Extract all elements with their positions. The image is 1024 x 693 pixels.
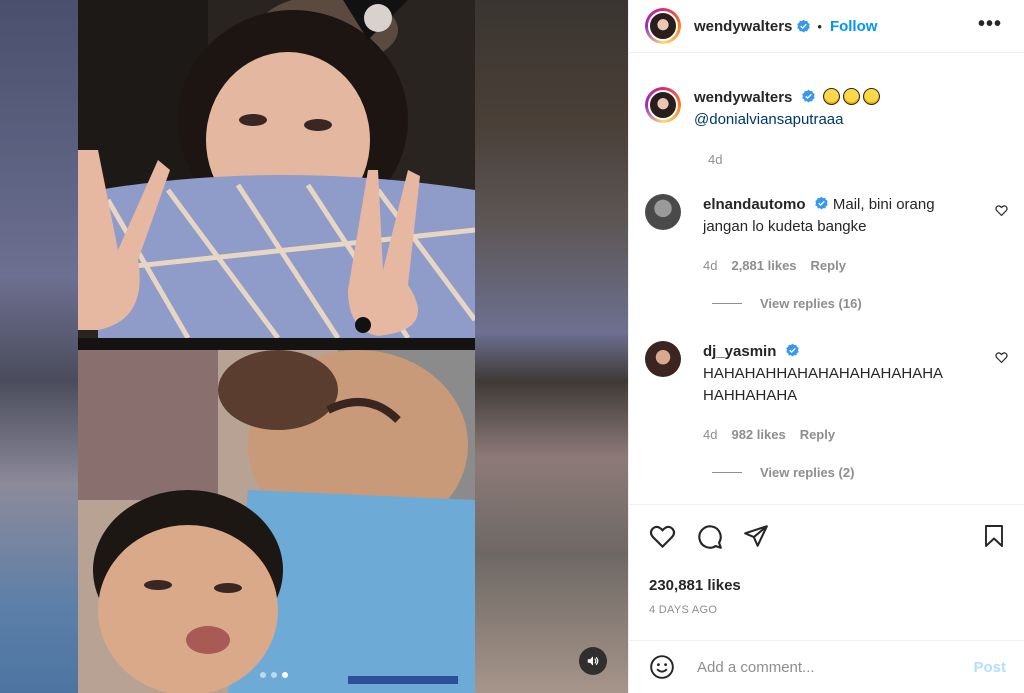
view-replies-button[interactable]: View replies (16) <box>712 296 1024 311</box>
commenter-username[interactable]: dj_yasmin <box>703 343 776 360</box>
carousel-indicator <box>260 672 288 678</box>
post-comment-button[interactable]: Post <box>973 659 1006 676</box>
comment-item: dj_yasmin HAHAHAHHAHAHAHAHAHAHAHA HAHHAH… <box>629 341 1024 442</box>
media-blur-right <box>475 0 628 693</box>
post-actions-section: 230,881 likes 4 DAYS AGO <box>629 504 1024 616</box>
view-replies-label: View replies (2) <box>760 465 855 480</box>
comment-meta: 4d 982 likes Reply <box>703 427 973 442</box>
emoji-smiley-icon[interactable] <box>649 654 675 680</box>
replies-line <box>712 303 742 304</box>
rofl-emoji-icon <box>842 88 860 105</box>
like-comment-heart-icon[interactable] <box>995 351 1008 364</box>
rofl-emoji-icon <box>862 88 880 105</box>
caption-time: 4d <box>708 152 723 167</box>
comment-input[interactable] <box>695 657 974 677</box>
comment-item: elnandautomo Mail, bini orang jangan lo … <box>629 194 1024 273</box>
reply-button[interactable]: Reply <box>811 258 846 273</box>
action-bar <box>629 505 1024 551</box>
men-photo-illustration <box>78 350 475 693</box>
post-date: 4 DAYS AGO <box>649 604 718 616</box>
like-heart-icon[interactable] <box>649 523 676 550</box>
share-send-icon[interactable] <box>743 523 769 549</box>
header-separator: • <box>817 18 822 34</box>
sound-toggle-button[interactable] <box>579 647 607 675</box>
caption-mention-link[interactable]: @donialviansaputraaa <box>694 111 844 128</box>
comment-text: HAHAHAHHAHAHAHAHAHAHAHA HAHHAHAHA <box>703 365 943 404</box>
post-header: wendywalters • Follow ••• <box>629 0 1024 53</box>
replies-line <box>712 472 742 473</box>
carousel-dot <box>260 672 266 678</box>
comment-meta: 4d 2,881 likes Reply <box>703 258 973 273</box>
verified-badge-icon <box>801 89 815 103</box>
post-media[interactable] <box>0 0 628 693</box>
video-frame-bottom <box>78 350 475 693</box>
caption-avatar[interactable] <box>645 87 681 123</box>
save-bookmark-icon[interactable] <box>982 523 1006 549</box>
video-frame-top <box>78 0 475 338</box>
comment-time: 4d <box>703 427 718 442</box>
commenter-avatar[interactable] <box>645 341 681 377</box>
commenter-username[interactable]: elnandautomo <box>703 196 806 213</box>
speaker-icon <box>587 656 599 666</box>
comment-time: 4d <box>703 258 718 273</box>
view-replies-label: View replies (16) <box>760 296 862 311</box>
rofl-emoji-icon <box>822 88 840 105</box>
likes-count[interactable]: 230,881 likes <box>629 577 1024 594</box>
follow-button[interactable]: Follow <box>830 18 878 35</box>
carousel-dot-active <box>282 672 288 678</box>
more-options-button[interactable]: ••• <box>978 14 1002 34</box>
comment-likes-link[interactable]: 982 likes <box>731 427 785 442</box>
video-divider <box>78 338 475 350</box>
post-detail-panel: wendywalters • Follow ••• wendywalters @… <box>628 0 1024 693</box>
post-caption: wendywalters @donialviansaputraaa <box>629 53 1024 131</box>
commenter-avatar[interactable] <box>645 194 681 230</box>
caption-username[interactable]: wendywalters <box>694 89 792 106</box>
verified-badge-icon <box>814 196 828 210</box>
carousel-dot <box>271 672 277 678</box>
like-comment-heart-icon[interactable] <box>995 204 1008 217</box>
view-replies-button[interactable]: View replies (2) <box>712 465 1024 480</box>
woman-photo-illustration <box>78 0 475 338</box>
media-blur-left <box>0 0 78 693</box>
verified-badge-icon <box>785 343 799 357</box>
reply-button[interactable]: Reply <box>800 427 835 442</box>
author-avatar[interactable] <box>645 8 681 44</box>
add-comment-bar: Post <box>629 640 1024 693</box>
verified-badge-icon <box>797 19 811 32</box>
author-username[interactable]: wendywalters <box>694 18 792 35</box>
comment-bubble-icon[interactable] <box>696 523 723 550</box>
comment-likes-link[interactable]: 2,881 likes <box>731 258 796 273</box>
